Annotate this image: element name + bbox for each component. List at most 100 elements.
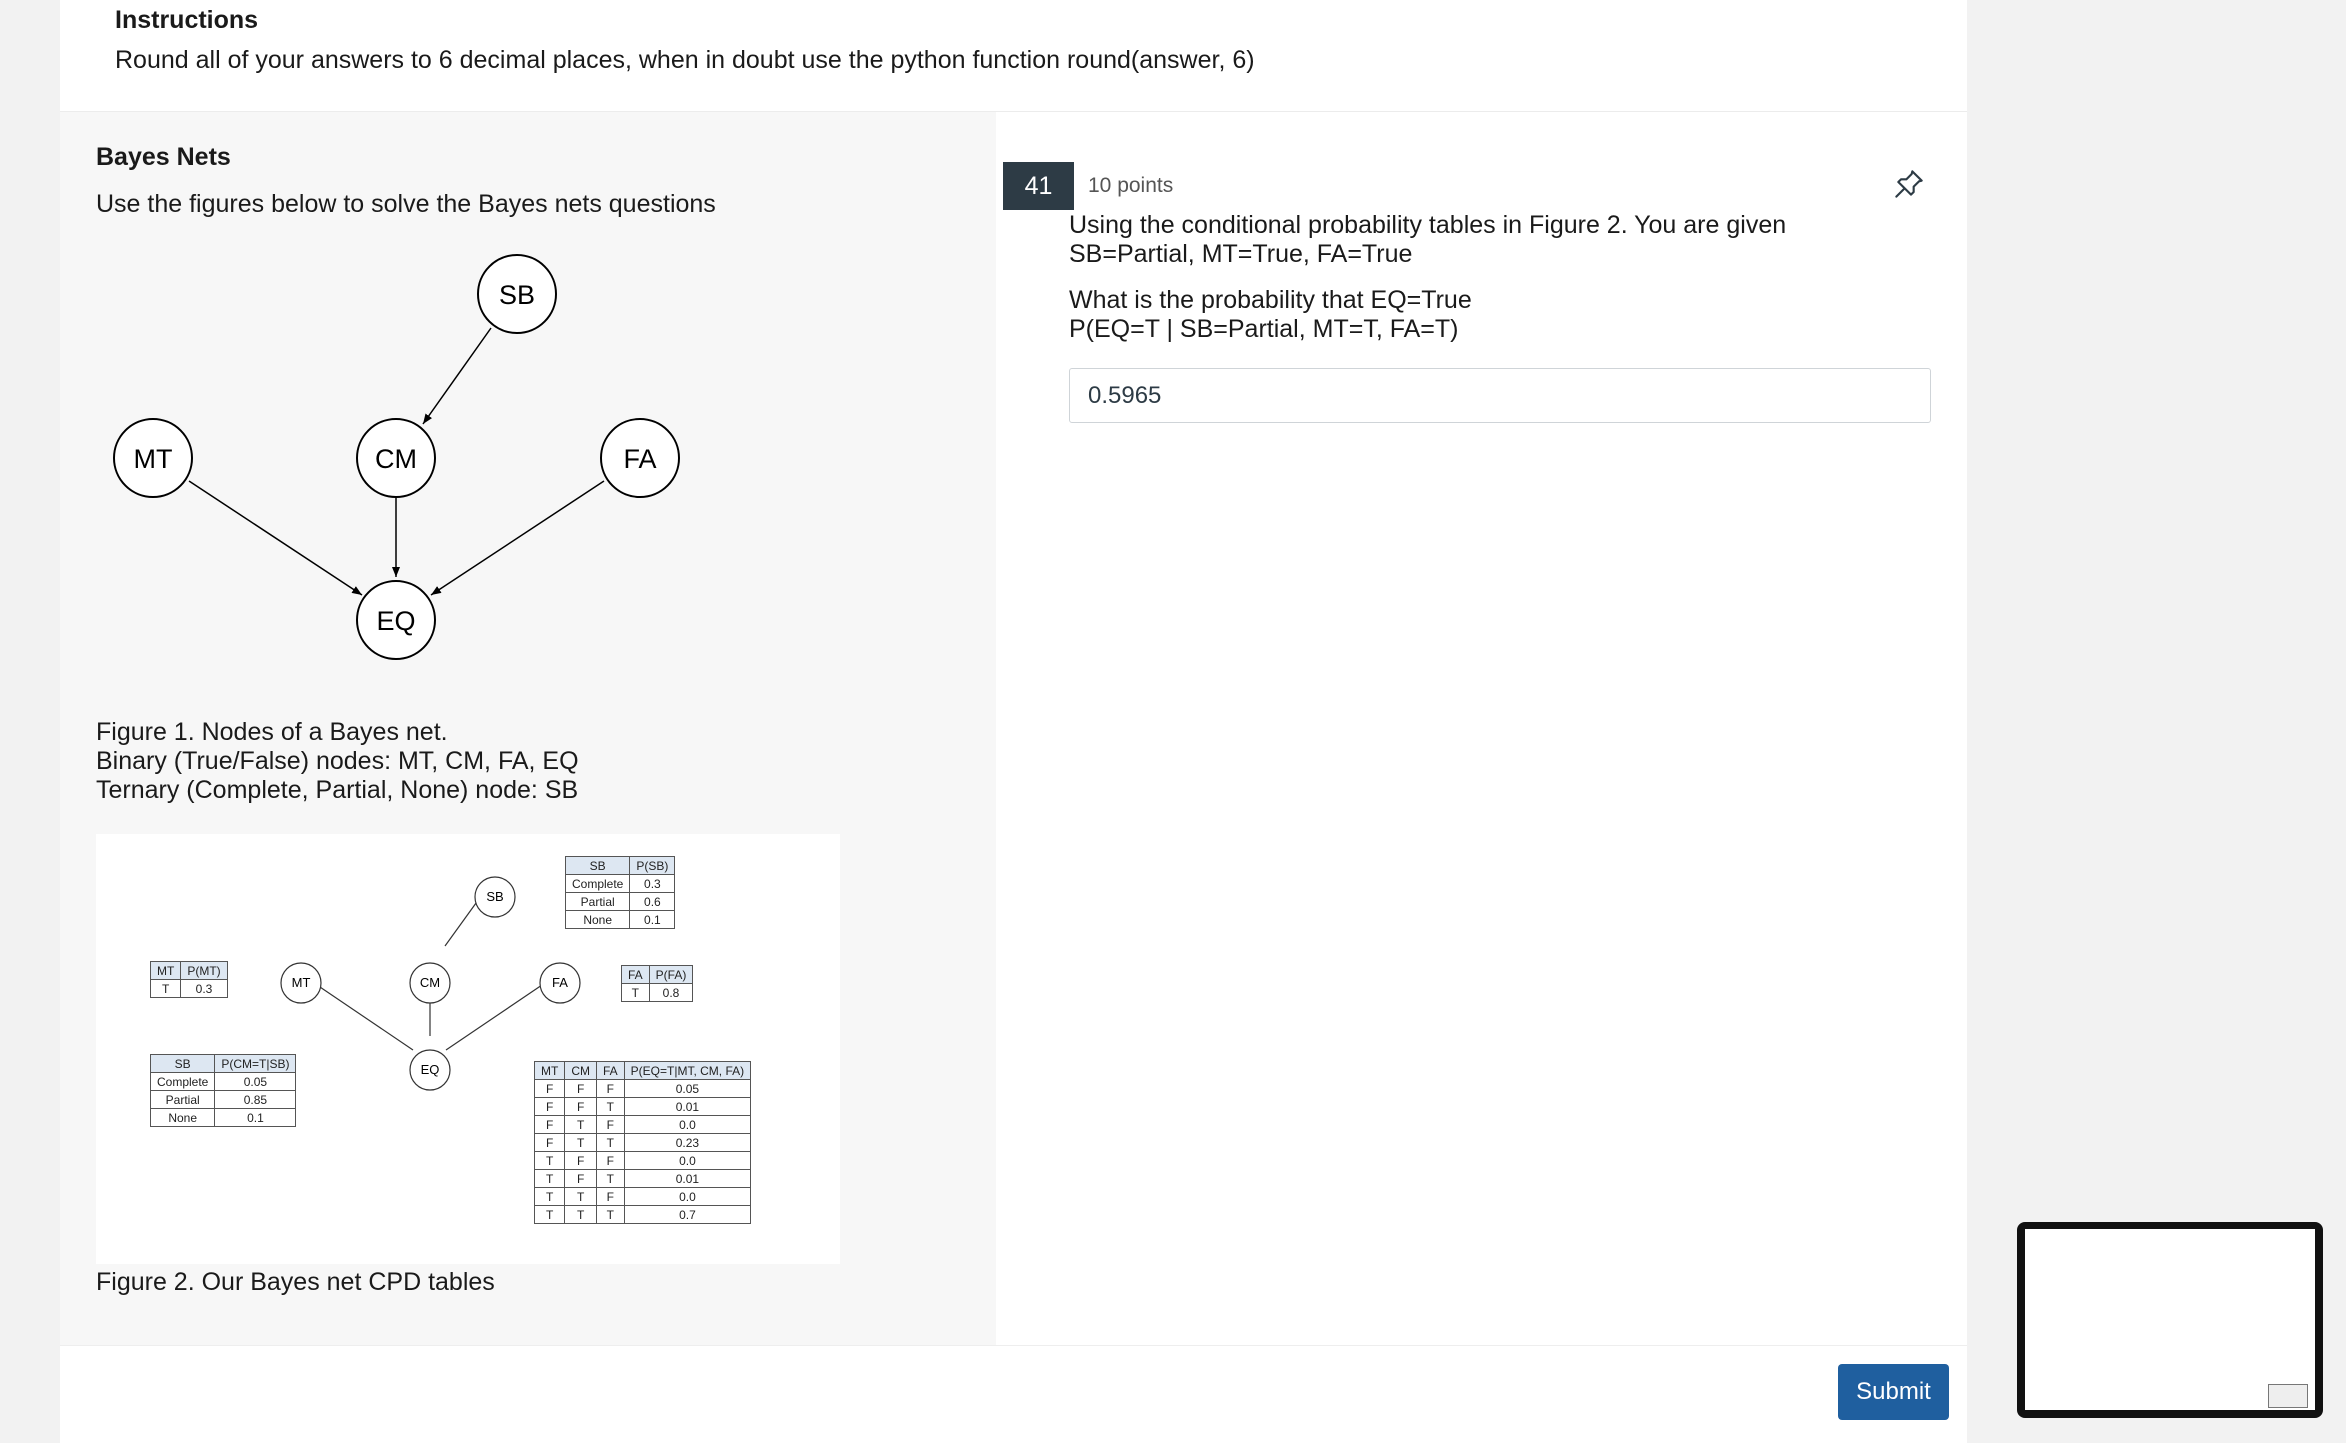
node-eq: EQ — [356, 580, 436, 660]
thumbnail-viewport-handle[interactable] — [2268, 1384, 2308, 1408]
figure2-caption: Figure 2. Our Bayes net CPD tables — [96, 1268, 495, 1296]
question-line: What is the probability that EQ=True — [1069, 286, 1472, 314]
cpt-cell: T — [564, 1115, 597, 1134]
cpt-cell: 0.05 — [623, 1079, 752, 1098]
cpt-cell: T — [596, 1169, 625, 1188]
cpt-cell: F — [596, 1079, 625, 1098]
node-mt: MT — [113, 418, 193, 498]
cpt-sb: SB P(SB) Complete 0.3 Partial 0.6 None 0.1 — [564, 856, 676, 929]
cpt-cell: T — [564, 1187, 597, 1206]
edge-mt-eq — [188, 480, 363, 596]
cpt-cm: SB P(CM=T|SB) Complete 0.05 Partial 0.85 N… — [149, 1054, 297, 1127]
cpt-cell: F — [533, 1115, 566, 1134]
cpt-cell: None — [149, 1108, 216, 1127]
cpt-cell: F — [533, 1097, 566, 1116]
cpt-cell: 0.85 — [214, 1090, 297, 1109]
mini-node-cm: CM — [409, 962, 451, 1004]
question-text: Using the conditional probability tables… — [1069, 211, 1786, 344]
cpt-header: FA — [596, 1061, 625, 1080]
cpt-cell: T — [533, 1169, 566, 1188]
cpt-cell: 0.7 — [623, 1205, 752, 1224]
cpt-cell: T — [596, 1097, 625, 1116]
node-cm-label: CM — [375, 444, 417, 474]
mini-node-eq-label: EQ — [421, 1062, 440, 1077]
mini-node-sb: SB — [474, 876, 516, 918]
cpt-cell: 0.1 — [214, 1108, 297, 1127]
cpt-header: SB — [564, 856, 631, 875]
mini-node-mt-label: MT — [292, 975, 311, 990]
cpt-cell: F — [596, 1115, 625, 1134]
cpt-cell: 0.6 — [629, 892, 676, 911]
cpt-cell: T — [596, 1133, 625, 1152]
cpt-cell: F — [564, 1079, 597, 1098]
mini-node-eq: EQ — [409, 1049, 451, 1091]
cpt-cell: F — [596, 1151, 625, 1170]
cpt-cell: T — [564, 1133, 597, 1152]
cpt-cell: 0.8 — [648, 983, 694, 1002]
mini-edge-mt-eq — [316, 984, 414, 1051]
edge-fa-eq — [430, 480, 605, 596]
page-thumbnail-preview — [2025, 1229, 2315, 1410]
node-mt-label: MT — [134, 444, 173, 474]
cpt-header: P(SB) — [629, 856, 676, 875]
cpt-mt: MT P(MT) T 0.3 — [149, 961, 228, 998]
cpt-cell: T — [533, 1187, 566, 1206]
cpt-header: SB — [149, 1054, 216, 1073]
cpt-cell: 0.01 — [623, 1097, 752, 1116]
cpt-cell: 0.0 — [623, 1115, 752, 1134]
mini-node-fa-label: FA — [552, 975, 568, 990]
cpt-cell: 0.0 — [623, 1151, 752, 1170]
cpt-cell: None — [564, 910, 631, 929]
cpt-header: P(FA) — [648, 965, 694, 984]
node-eq-label: EQ — [376, 606, 415, 636]
node-fa: FA — [600, 418, 680, 498]
edge-sb-cm — [422, 327, 492, 425]
cpt-cell: F — [533, 1133, 566, 1152]
mini-edge-fa-eq — [445, 984, 543, 1051]
mini-node-fa: FA — [539, 962, 581, 1004]
cpt-cell: T — [596, 1205, 625, 1224]
mini-node-cm-label: CM — [420, 975, 440, 990]
figure1-caption: Figure 1. Nodes of a Bayes net. Binary (… — [96, 718, 579, 805]
instructions-title: Instructions — [115, 6, 259, 34]
cpt-header: MT — [149, 961, 182, 980]
cpt-cell: F — [596, 1187, 625, 1206]
pin-icon[interactable] — [1893, 168, 1925, 200]
cpt-cell: Partial — [149, 1090, 216, 1109]
cpt-cell: T — [533, 1205, 566, 1224]
footer-bar — [60, 1345, 1967, 1443]
node-cm: CM — [356, 418, 436, 498]
question-line: SB=Partial, MT=True, FA=True — [1069, 240, 1413, 268]
cpt-cell: F — [564, 1097, 597, 1116]
question-points: 10 points — [1088, 174, 1174, 197]
cpt-fa: FA P(FA) T 0.8 — [621, 965, 694, 1002]
bayes-title: Bayes Nets — [96, 143, 231, 171]
cpt-cell: 0.3 — [180, 979, 228, 998]
cpt-header: P(EQ=T|MT, CM, FA) — [623, 1061, 752, 1080]
bayes-subtitle: Use the figures below to solve the Bayes… — [96, 190, 716, 218]
cpt-cell: 0.0 — [623, 1187, 752, 1206]
cpt-cell: Partial — [564, 892, 631, 911]
submit-button[interactable]: Submit — [1838, 1364, 1949, 1420]
cpt-header: P(CM=T|SB) — [214, 1054, 297, 1073]
question-line: Using the conditional probability tables… — [1069, 211, 1787, 239]
cpt-header: FA — [621, 965, 650, 984]
cpt-cell: F — [533, 1079, 566, 1098]
cpt-cell: F — [564, 1169, 597, 1188]
question-line: P(EQ=T | SB=Partial, MT=T, FA=T) — [1069, 315, 1459, 343]
cpt-cell: T — [149, 979, 182, 998]
node-fa-label: FA — [623, 444, 656, 474]
instructions-text: Round all of your answers to 6 decimal p… — [115, 46, 1255, 74]
figure1-caption-line: Figure 1. Nodes of a Bayes net. — [96, 718, 448, 746]
cpt-cell: T — [533, 1151, 566, 1170]
mini-node-mt: MT — [280, 962, 322, 1004]
cpt-header: CM — [564, 1061, 597, 1080]
answer-input[interactable] — [1069, 368, 1931, 423]
node-sb: SB — [477, 254, 557, 334]
question-number-badge: 41 — [1003, 162, 1074, 210]
cpt-cell: 0.01 — [623, 1169, 752, 1188]
cpt-header: MT — [533, 1061, 566, 1080]
cpt-header: P(MT) — [180, 961, 228, 980]
cpt-cell: 0.1 — [629, 910, 676, 929]
node-sb-label: SB — [499, 280, 535, 310]
